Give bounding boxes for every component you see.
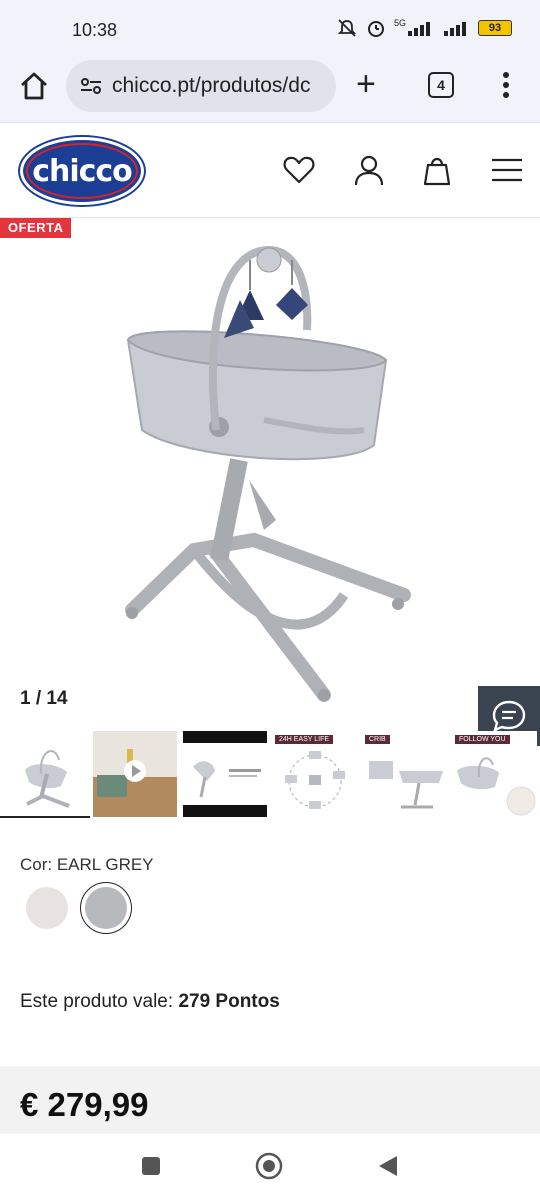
mute-icon bbox=[337, 19, 357, 37]
wishlist-heart-icon[interactable] bbox=[282, 153, 316, 187]
color-label: Cor: EARL GREY bbox=[20, 855, 154, 874]
points-prefix: Este produto vale: bbox=[20, 991, 174, 1012]
network-label: 5G bbox=[393, 18, 406, 28]
offer-badge: OFERTA bbox=[0, 218, 72, 238]
signal-icon-2 bbox=[444, 22, 466, 36]
thumbnail-3[interactable] bbox=[180, 730, 270, 818]
hamburger-menu-icon[interactable] bbox=[490, 153, 524, 187]
home-icon[interactable] bbox=[18, 70, 50, 102]
price-bar: € 279,99 bbox=[0, 1066, 540, 1134]
thumbnail-2-video[interactable] bbox=[90, 730, 180, 818]
loyalty-points: Este produto vale: 279 Pontos bbox=[20, 991, 280, 1013]
recent-apps-icon[interactable] bbox=[141, 1156, 161, 1176]
thumbnail-6[interactable]: FOLLOW YOU bbox=[450, 730, 540, 818]
battery-icon: 93 bbox=[478, 20, 512, 36]
address-bar[interactable]: chicco.pt/produtos/dc bbox=[66, 60, 336, 112]
swatch-cream[interactable] bbox=[26, 887, 68, 929]
url-text: chicco.pt/produtos/dc bbox=[112, 74, 311, 97]
system-nav-bar bbox=[0, 1134, 540, 1200]
product-price: € 279,99 bbox=[20, 1086, 149, 1123]
product-main-image[interactable] bbox=[14, 220, 524, 720]
image-counter: 1 / 14 bbox=[20, 688, 68, 709]
brand-logo[interactable]: chicco bbox=[20, 137, 144, 205]
thumbnail-4[interactable]: 24H EASY LIFE bbox=[270, 730, 360, 818]
swatch-earl-grey-selected[interactable] bbox=[80, 882, 132, 934]
cart-bag-icon[interactable] bbox=[420, 153, 454, 187]
browser-toolbar: chicco.pt/produtos/dc + 4 bbox=[0, 56, 540, 122]
account-user-icon[interactable] bbox=[352, 153, 386, 187]
thumbnail-strip: 24H EASY LIFE CRIB FOLLOW YOU bbox=[0, 730, 540, 822]
points-value: 279 Pontos bbox=[178, 991, 280, 1012]
more-menu-icon[interactable] bbox=[498, 70, 514, 100]
signal-icon bbox=[408, 22, 430, 36]
tab-switcher-button[interactable]: 4 bbox=[428, 72, 454, 98]
status-bar: 10:38 5G 93 bbox=[0, 0, 540, 56]
chat-bubble-icon bbox=[492, 700, 526, 733]
alarm-icon bbox=[367, 21, 384, 37]
back-nav-icon[interactable] bbox=[377, 1154, 399, 1178]
home-nav-icon[interactable] bbox=[255, 1152, 283, 1180]
thumbnail-5[interactable]: CRIB bbox=[360, 730, 450, 818]
site-header: chicco bbox=[0, 122, 540, 218]
swatch-earl-grey-fill bbox=[85, 887, 127, 929]
new-tab-button[interactable]: + bbox=[356, 66, 376, 102]
brand-logo-text: chicco bbox=[32, 153, 133, 189]
status-icons: 5G 93 bbox=[336, 18, 512, 38]
thumbnail-1[interactable] bbox=[0, 730, 90, 818]
status-time: 10:38 bbox=[72, 20, 118, 40]
site-settings-icon[interactable] bbox=[80, 76, 102, 96]
